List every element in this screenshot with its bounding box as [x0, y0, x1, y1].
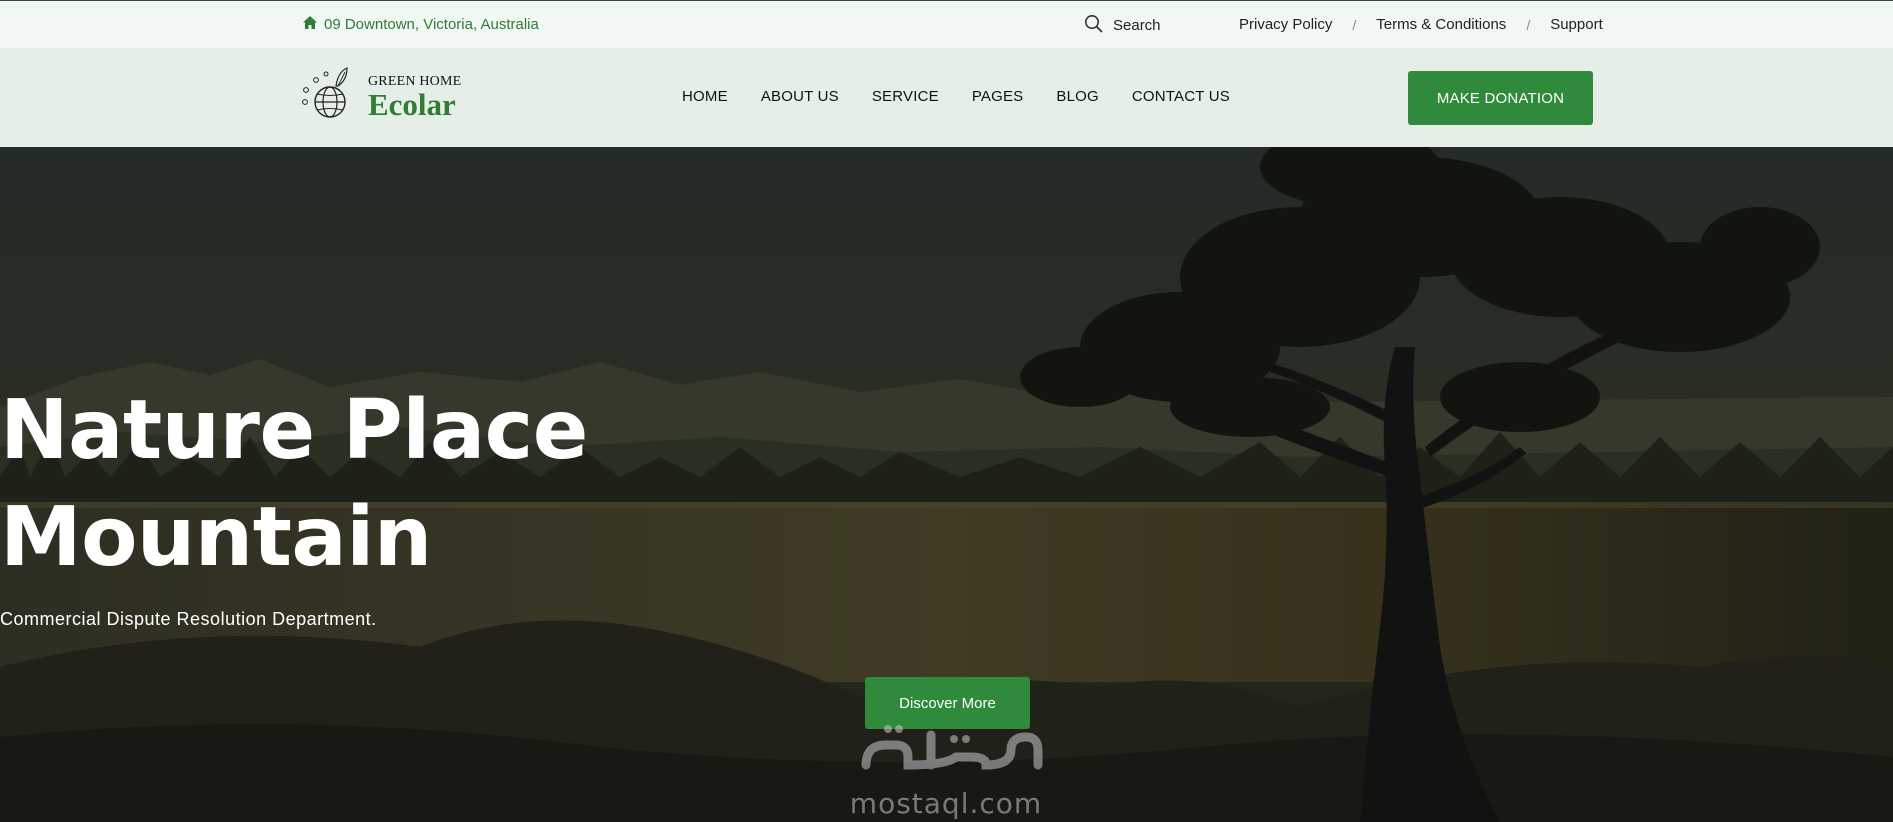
nav-item-contact-us[interactable]: CONTACT US [1132, 88, 1230, 105]
nav-item-pages[interactable]: PAGES [972, 88, 1024, 105]
top-bar: 09 Downtown, Victoria, Australia Search … [0, 0, 1893, 48]
mostaql-watermark-logo-icon [861, 725, 1043, 770]
address: 09 Downtown, Victoria, Australia [302, 15, 539, 34]
watermark-text: mostaql.com [849, 787, 1043, 820]
hero-subtitle: Commercial Dispute Resolution Department… [0, 609, 377, 629]
hero-title: Nature Place Mountain [0, 377, 1893, 591]
address-text: 09 Downtown, Victoria, Australia [324, 16, 539, 33]
home-icon [302, 15, 318, 34]
nav-item-home[interactable]: HOME [682, 88, 728, 105]
globe-leaf-logo-icon [300, 66, 360, 129]
search-button[interactable]: Search [1084, 14, 1161, 37]
search-label: Search [1113, 17, 1161, 34]
nav-item-about-us[interactable]: ABOUT US [761, 88, 839, 105]
hero-title-line-2: Mountain [0, 490, 432, 585]
nav-item-service[interactable]: SERVICE [872, 88, 939, 105]
logo-text: GREEN HOME Ecolar [368, 74, 461, 120]
terms-conditions-link[interactable]: Terms & Conditions [1376, 16, 1506, 33]
make-donation-button[interactable]: MAKE DONATION [1408, 71, 1593, 125]
link-separator: / [1352, 16, 1357, 33]
main-nav: HOME ABOUT US SERVICE PAGES BLOG CONTACT… [682, 88, 1263, 105]
watermark: mostaql.com [836, 715, 1056, 822]
hero-title-line-1: Nature Place [0, 383, 588, 478]
nav-item-blog[interactable]: BLOG [1056, 88, 1098, 105]
top-links: Privacy Policy / Terms & Conditions / Su… [1239, 16, 1603, 33]
main-header: GREEN HOME Ecolar HOME ABOUT US SERVICE … [0, 48, 1893, 147]
hero-section: Nature Place Mountain Commercial Dispute… [0, 147, 1893, 822]
support-link[interactable]: Support [1550, 16, 1603, 33]
privacy-policy-link[interactable]: Privacy Policy [1239, 16, 1332, 33]
logo[interactable]: GREEN HOME Ecolar [300, 66, 461, 129]
logo-brand: Ecolar [368, 87, 456, 122]
search-icon [1084, 14, 1103, 37]
link-separator: / [1526, 16, 1531, 33]
